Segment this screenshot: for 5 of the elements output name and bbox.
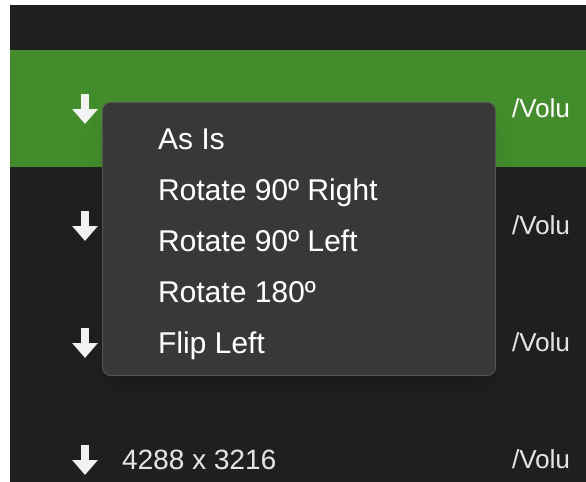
file-path: /Volu	[512, 209, 570, 242]
file-path: /Volu	[512, 443, 570, 476]
file-path: /Volu	[512, 326, 570, 359]
file-path: /Volu	[512, 92, 570, 125]
image-dimensions: 4288 x 3216	[122, 442, 278, 476]
